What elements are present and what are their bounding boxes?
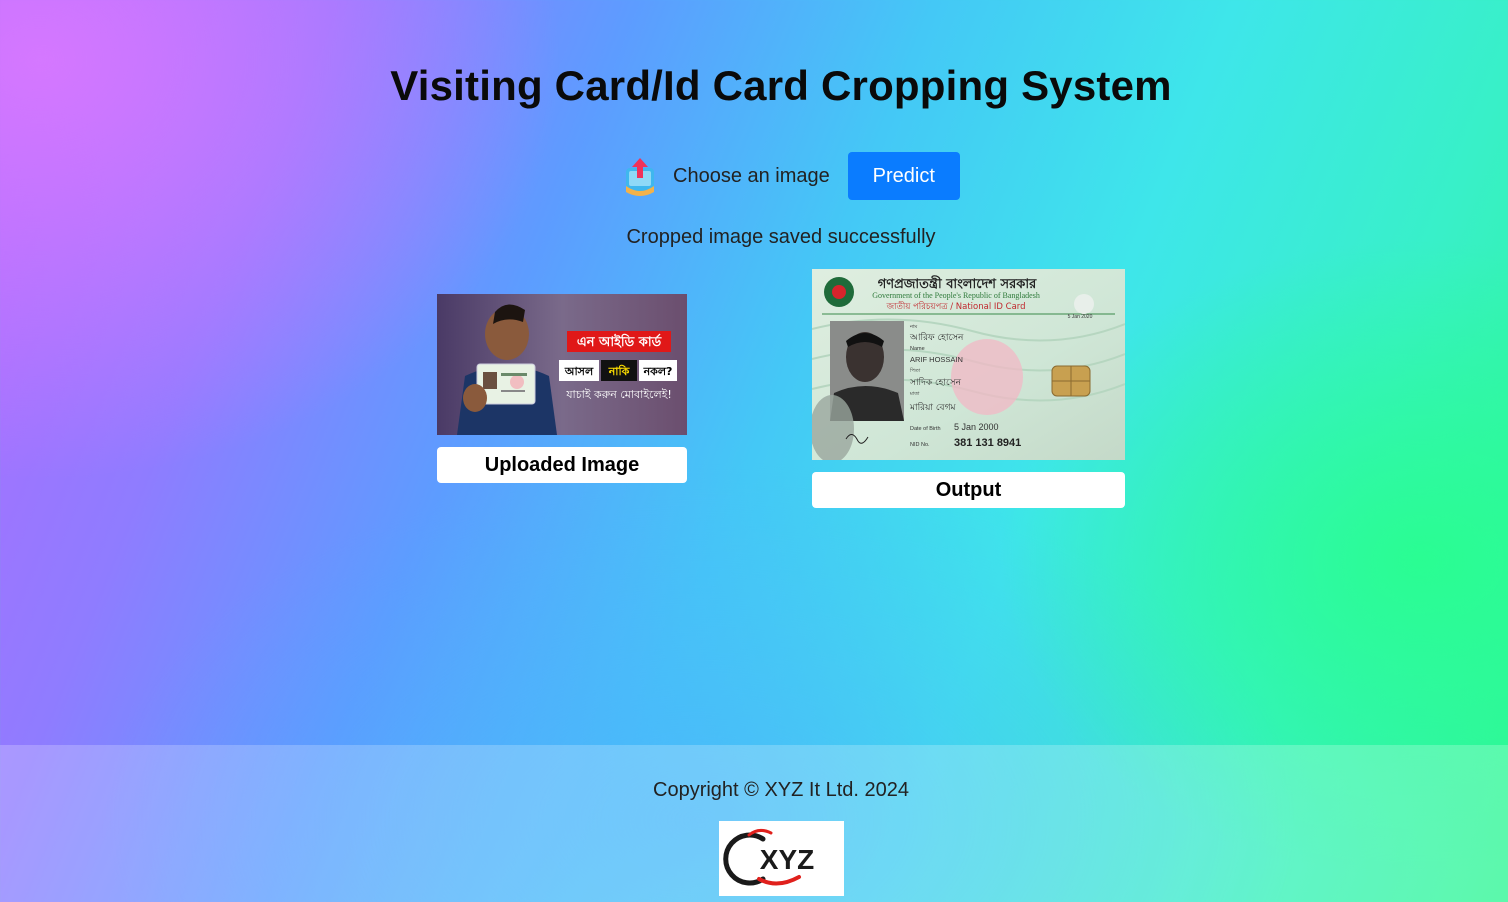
svg-text:নাম: নাম (909, 324, 917, 330)
nid-number: 381 131 8941 (954, 437, 1021, 449)
mother-bn: মারিয়া বেগম (909, 402, 956, 413)
uploaded-image-card: এন আইডি কার্ড আসল নাকি নকল? যাচাই করুন ম… (437, 294, 687, 483)
page-title: Visiting Card/Id Card Cropping System (390, 62, 1172, 109)
name-en: ARIF HOSSAIN (910, 355, 963, 364)
upload-controls: Choose an image Predict (623, 152, 960, 200)
output-image: গণপ্রজাতন্ত্রী বাংলাদেশ সরকার Government… (812, 269, 1125, 460)
banner-word1: আসল (564, 365, 594, 378)
nid-label: NID No. (910, 442, 930, 448)
svg-text:মাতা: মাতা (909, 391, 920, 397)
banner-line1: এন আইডি কার্ড (577, 333, 662, 350)
upload-icon[interactable] (623, 156, 657, 196)
card-sub: জাতীয় পরিচয়পত্র / National ID Card (885, 300, 1025, 312)
output-image-caption: Output (812, 472, 1125, 508)
dob-label: Date of Birth (910, 426, 941, 432)
uploaded-image: এন আইডি কার্ড আসল নাকি নকল? যাচাই করুন ম… (437, 294, 687, 435)
predict-button[interactable]: Predict (847, 152, 960, 200)
company-logo: XYZ (719, 821, 844, 896)
copyright-text: Copyright © XYZ It Ltd. 2024 (653, 779, 909, 801)
issue-date: 5 Jan 2020 (1068, 314, 1093, 320)
banner-word2: নাকি (608, 364, 631, 378)
card-header-bn: গণপ্রজাতন্ত্রী বাংলাদেশ সরকার (878, 275, 1037, 292)
main-content: Visiting Card/Id Card Cropping System Ch… (0, 0, 1508, 745)
name-bn: আরিফ হোসেন (909, 332, 964, 343)
svg-text:পিতা: পিতা (909, 368, 921, 374)
banner-line3: যাচাই করুন মোবাইলেই! (565, 388, 672, 401)
choose-image-label[interactable]: Choose an image (673, 165, 830, 188)
dob: 5 Jan 2000 (954, 422, 999, 432)
output-image-card: গণপ্রজাতন্ত্রী বাংলাদেশ সরকার Government… (812, 269, 1125, 508)
footer: Copyright © XYZ It Ltd. 2024 XYZ (0, 745, 1508, 902)
father-bn: সাদিক হোসেন (909, 377, 962, 388)
name-label: Name (910, 346, 925, 352)
logo-text: XYZ (760, 844, 814, 875)
card-header-en: Government of the People's Republic of B… (872, 291, 1040, 300)
banner-word3: নকল? (643, 365, 673, 378)
uploaded-image-caption: Uploaded Image (437, 447, 687, 483)
status-message: Cropped image saved successfully (626, 226, 936, 248)
